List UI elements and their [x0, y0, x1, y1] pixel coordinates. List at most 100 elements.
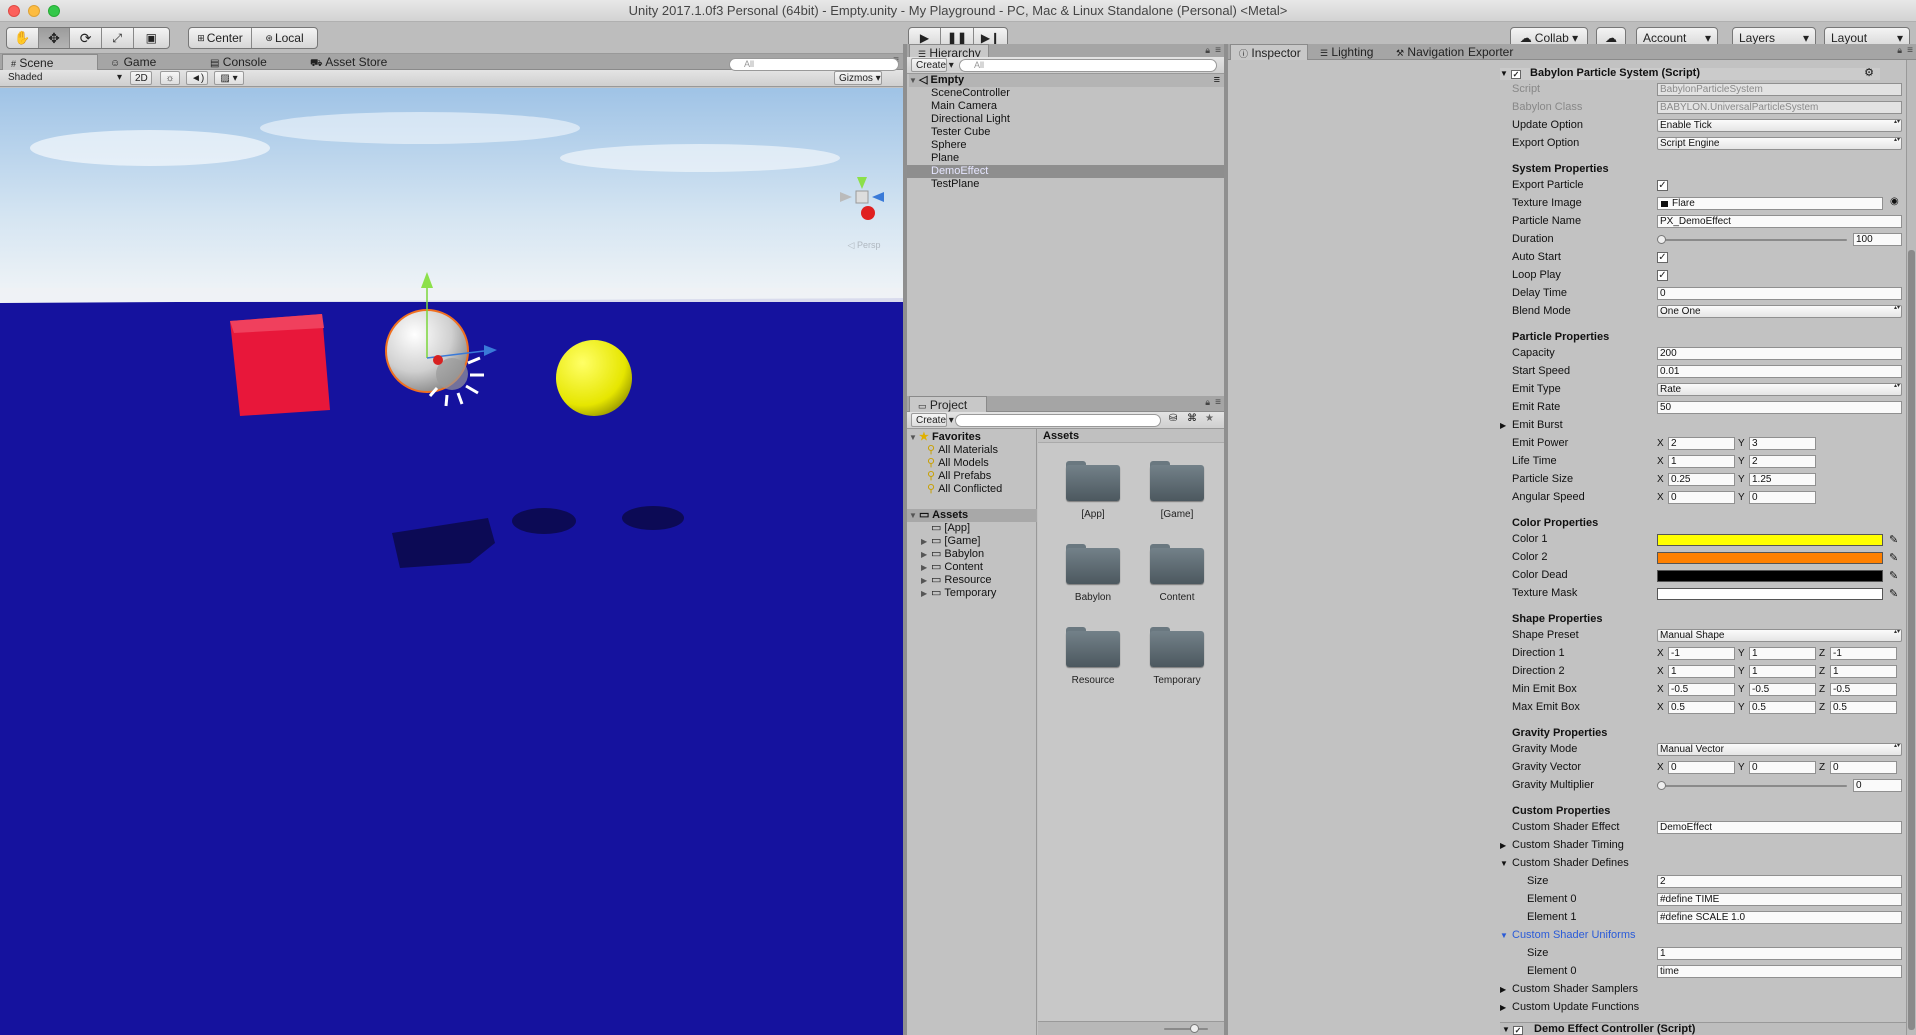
panel-menu-icon[interactable]: ≡ — [1215, 397, 1221, 408]
gizmos-dropdown[interactable]: Gizmos ▾ — [834, 71, 882, 85]
delay-time-field[interactable]: 0 — [1657, 287, 1902, 300]
folder-icon[interactable] — [1064, 625, 1122, 667]
next-component-header[interactable]: ▼ ✓ Demo Effect Controller (Script) — [1500, 1022, 1906, 1035]
slider-value-field[interactable]: 100 — [1853, 233, 1902, 246]
project-create-dropdown[interactable]: Create ▾ — [911, 413, 954, 427]
eyedropper-icon[interactable]: ✎ — [1889, 533, 1898, 546]
tab-inspector[interactable]: ⓘ Inspector — [1230, 44, 1308, 60]
power-x-field[interactable]: 2 — [1668, 437, 1735, 450]
color-swatch[interactable] — [1657, 534, 1883, 546]
uniforms-size-field[interactable]: 1 — [1657, 947, 1902, 960]
hierarchy-search-input[interactable]: All — [959, 59, 1217, 72]
color-swatch[interactable] — [1657, 552, 1883, 564]
folder-icon[interactable] — [1064, 542, 1122, 584]
defines-element-field[interactable]: #define TIME — [1657, 893, 1902, 906]
2d-toggle[interactable]: 2D — [130, 71, 152, 85]
export-option-dropdown[interactable]: Script Engine — [1657, 137, 1902, 150]
custom-shader-samplers-foldout[interactable]: ▶ Custom Shader Samplers — [1500, 982, 1638, 997]
gvec-x-field[interactable]: 0 — [1668, 761, 1735, 774]
hierarchy-item[interactable]: SceneController — [907, 87, 1224, 100]
favorites-row[interactable]: ▼ ★ Favorites — [909, 431, 981, 444]
start-speed-field[interactable]: 0.01 — [1657, 365, 1902, 378]
maxbox-z-field[interactable]: 0.5 — [1830, 701, 1897, 714]
custom-update-functions-foldout[interactable]: ▶ Custom Update Functions — [1500, 1000, 1639, 1015]
gvec-y-field[interactable]: 0 — [1749, 761, 1816, 774]
favorite-item[interactable]: ⚲ All Materials — [927, 444, 998, 457]
hierarchy-item[interactable]: Main Camera — [907, 100, 1224, 113]
eyedropper-icon[interactable]: ✎ — [1889, 569, 1898, 582]
audio-toggle[interactable]: ◄) — [186, 71, 208, 85]
life-y-field[interactable]: 2 — [1749, 455, 1816, 468]
minimize-window-button[interactable] — [28, 5, 40, 17]
gvec-z-field[interactable]: 0 — [1830, 761, 1897, 774]
scene-menu-icon[interactable]: ≡ — [1214, 74, 1220, 87]
folder-icon[interactable] — [1148, 625, 1206, 667]
favorite-star-icon[interactable]: ★ — [1205, 413, 1214, 424]
folder-icon[interactable] — [1148, 542, 1206, 584]
lock-icon[interactable]: 🔒︎ — [1205, 45, 1210, 56]
asset-folder-row[interactable]: ▶ ▭ [Game] — [921, 535, 980, 548]
pivot-local-button[interactable]: ⊛ Local — [252, 28, 317, 48]
component-enabled-checkbox[interactable]: ✓ — [1512, 1026, 1523, 1035]
rotate-tool-button[interactable]: ⟳ — [70, 28, 102, 48]
zoom-slider-track[interactable] — [1164, 1028, 1208, 1030]
emit-rate-field[interactable]: 50 — [1657, 401, 1902, 414]
move-tool-button[interactable]: ✥ — [38, 28, 71, 48]
maxbox-y-field[interactable]: 0.5 — [1749, 701, 1816, 714]
particle-name-field[interactable]: PX_DemoEffect — [1657, 215, 1902, 228]
favorite-item[interactable]: ⚲ All Conflicted — [927, 483, 1002, 496]
hierarchy-item[interactable]: Directional Light — [907, 113, 1224, 126]
panel-menu-icon[interactable]: ≡ — [1215, 45, 1221, 56]
tab-console[interactable]: ▤ Console — [202, 54, 275, 70]
yellow-sphere[interactable] — [556, 340, 632, 416]
asset-folder-row[interactable]: ▶ ▭ Babylon — [921, 548, 984, 561]
tab-scene[interactable]: # Scene — [2, 54, 98, 70]
minbox-x-field[interactable]: -0.5 — [1668, 683, 1735, 696]
slider-knob[interactable] — [1657, 235, 1666, 244]
close-window-button[interactable] — [8, 5, 20, 17]
lighting-toggle[interactable]: ☼ — [160, 71, 180, 85]
rect-tool-button[interactable]: ▣ — [134, 28, 170, 48]
blend-mode-dropdown[interactable]: One One — [1657, 305, 1902, 318]
panel-menu-icon[interactable]: ≡ — [1907, 45, 1913, 56]
update-option-dropdown[interactable]: Enable Tick — [1657, 119, 1902, 132]
dir2-z-field[interactable]: 1 — [1830, 665, 1897, 678]
hierarchy-create-dropdown[interactable]: Create ▾ — [911, 58, 954, 72]
hierarchy-item[interactable]: TestPlane — [907, 178, 1224, 191]
assets-root-row[interactable]: ▼ ▭ Assets — [907, 509, 1037, 522]
scale-tool-button[interactable]: ⤢ — [102, 28, 134, 48]
pivot-center-button[interactable]: ⊞ Center — [189, 28, 253, 48]
dir2-x-field[interactable]: 1 — [1668, 665, 1735, 678]
effects-dropdown[interactable]: ▨ ▾ — [214, 71, 244, 85]
inspector-scrollbar[interactable] — [1906, 60, 1916, 1035]
custom-shader-uniforms-foldout[interactable]: ▼ Custom Shader Uniforms — [1500, 928, 1636, 943]
uniforms-element-field[interactable]: time — [1657, 965, 1902, 978]
object-picker-icon[interactable]: ◉ — [1890, 196, 1899, 207]
project-search-input[interactable] — [955, 414, 1161, 427]
dir1-y-field[interactable]: 1 — [1749, 647, 1816, 660]
minbox-z-field[interactable]: -0.5 — [1830, 683, 1897, 696]
eyedropper-icon[interactable]: ✎ — [1889, 551, 1898, 564]
tab-game[interactable]: ☺ Game — [102, 54, 164, 70]
maxbox-x-field[interactable]: 0.5 — [1668, 701, 1735, 714]
texture-object-field[interactable]: Flare — [1657, 197, 1883, 210]
asset-folder-row[interactable]: ▶ ▭ Resource — [921, 574, 991, 587]
asset-folder-row[interactable]: ▶ ▭ Content — [921, 561, 983, 574]
angular-x-field[interactable]: 0 — [1668, 491, 1735, 504]
custom-shader-defines-foldout[interactable]: ▼ Custom Shader Defines — [1500, 856, 1629, 871]
dir1-x-field[interactable]: -1 — [1668, 647, 1735, 660]
slider-value-field[interactable]: 0 — [1853, 779, 1902, 792]
scene-root-row[interactable]: ▼ ◁ Empty ≡ — [909, 74, 1224, 87]
color-swatch[interactable] — [1657, 588, 1883, 600]
life-x-field[interactable]: 1 — [1668, 455, 1735, 468]
defines-size-field[interactable]: 2 — [1657, 875, 1902, 888]
dir1-z-field[interactable]: -1 — [1830, 647, 1897, 660]
zoom-window-button[interactable] — [48, 5, 60, 17]
lock-icon[interactable]: 🔒︎ — [1205, 397, 1210, 408]
power-y-field[interactable]: 3 — [1749, 437, 1816, 450]
lock-icon[interactable]: 🔒︎ — [1897, 45, 1902, 56]
slider-track[interactable] — [1659, 239, 1847, 241]
gravity-mode-dropdown[interactable]: Manual Vector — [1657, 743, 1902, 756]
filter-label-icon[interactable]: ⌘ — [1187, 413, 1197, 424]
shading-mode-dropdown[interactable]: Shaded ▾ — [4, 71, 124, 85]
